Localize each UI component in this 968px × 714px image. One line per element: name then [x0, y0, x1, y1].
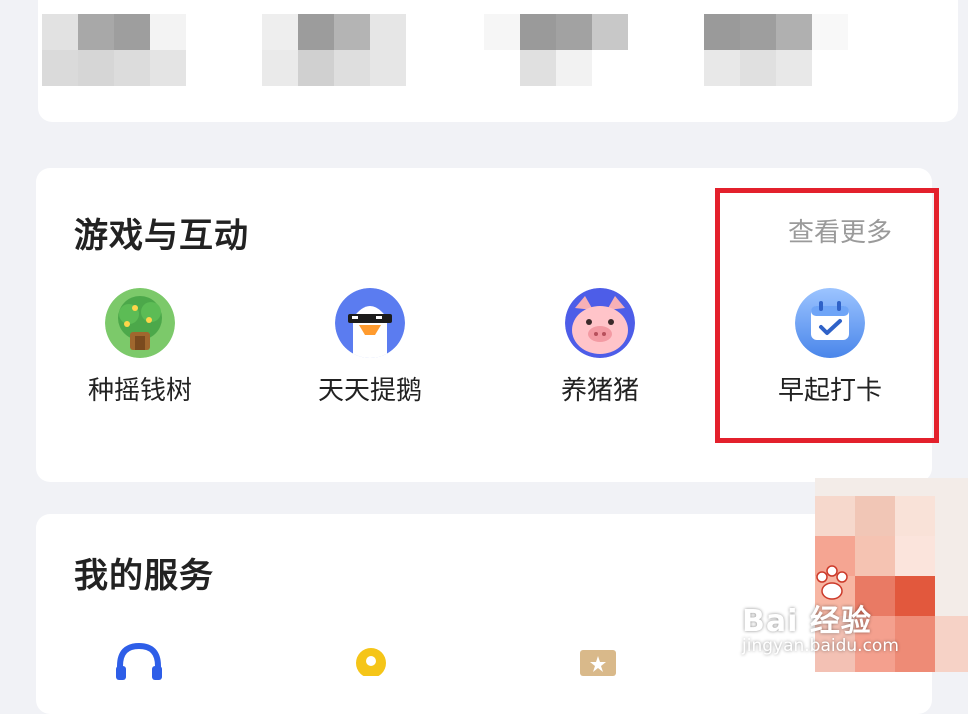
game-pig[interactable]: 养猪猪 — [500, 288, 700, 407]
headset-icon[interactable] — [114, 640, 164, 684]
baidu-watermark: Bai 经验 jingyan.baidu.com — [742, 560, 966, 672]
blurred-shortcut[interactable] — [42, 14, 186, 86]
top-shortcuts-card — [38, 0, 958, 122]
game-label: 天天提鹅 — [317, 376, 422, 406]
game-label: 种摇钱树 — [87, 376, 192, 406]
services-section-title: 我的服务 — [74, 556, 214, 596]
games-section-title: 游戏与互动 — [74, 216, 249, 256]
money-tree-icon — [105, 288, 175, 358]
highlight-annotation — [715, 188, 939, 443]
goose-icon — [335, 288, 405, 358]
pig-icon — [565, 288, 635, 358]
location-pin-icon[interactable] — [354, 646, 388, 680]
blurred-shortcut[interactable] — [704, 14, 848, 86]
watermark-brand: Bai 经验 — [742, 604, 872, 639]
game-label: 养猪猪 — [560, 376, 639, 406]
star-card-icon[interactable] — [580, 650, 616, 680]
blurred-shortcut[interactable] — [262, 14, 406, 86]
watermark-url: jingyan.baidu.com — [742, 636, 899, 656]
game-money-tree[interactable]: 种摇钱树 — [40, 288, 240, 407]
game-goose[interactable]: 天天提鹅 — [270, 288, 470, 407]
blurred-shortcut[interactable] — [484, 14, 628, 86]
